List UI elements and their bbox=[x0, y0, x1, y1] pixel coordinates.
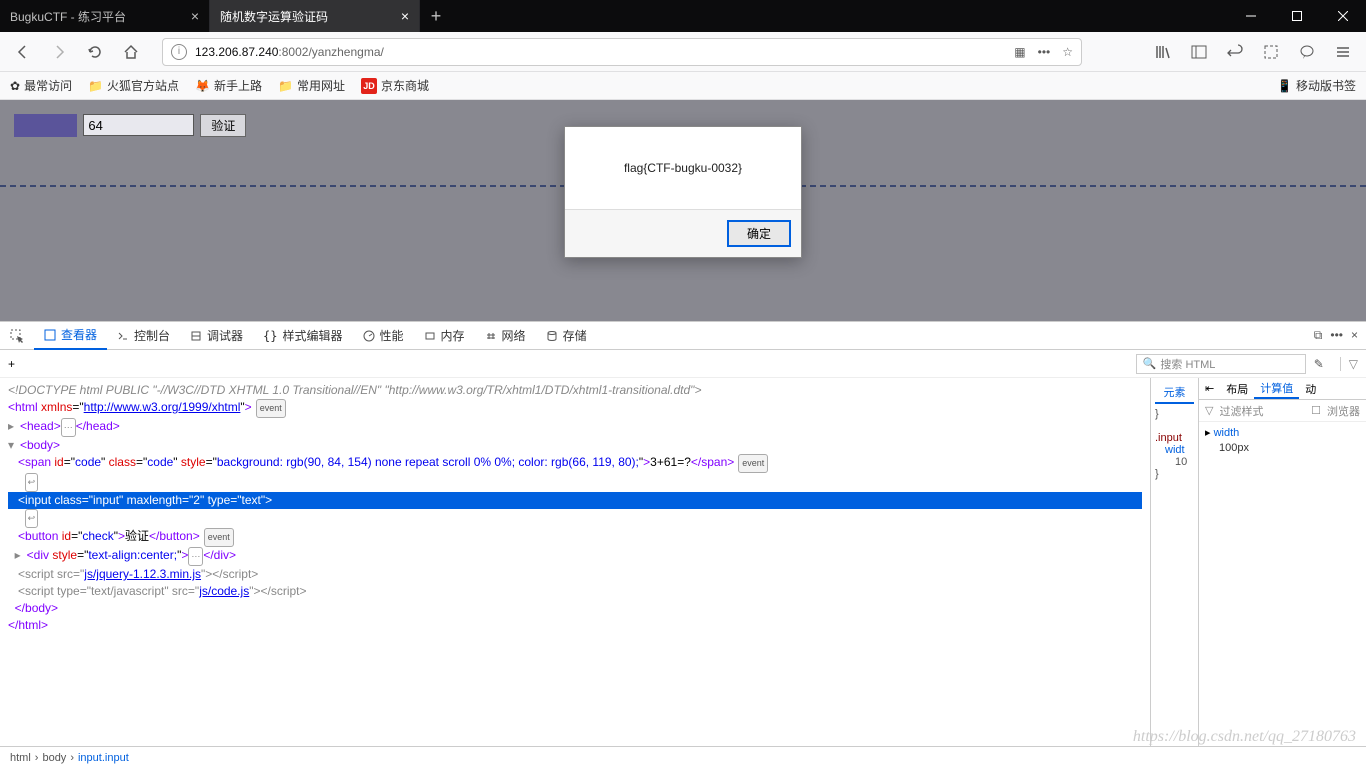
alert-message: flag{CTF-bugku-0032} bbox=[565, 127, 801, 209]
screenshot-icon[interactable] bbox=[1256, 37, 1286, 67]
devtools-tab-memory[interactable]: 内存 bbox=[414, 322, 475, 350]
devtools-close-icon[interactable]: × bbox=[1351, 328, 1358, 343]
page-actions-icon[interactable]: ••• bbox=[1038, 45, 1051, 59]
page-content: 验证 flag{CTF-bugku-0032} 确定 bbox=[0, 100, 1366, 321]
devtools-styles-sidebar[interactable]: ⇤ 布局 计算值 动 ▽ 过滤样式 ☐ 浏览器 ▸ width 100px bbox=[1198, 378, 1366, 746]
alert-dialog: flag{CTF-bugku-0032} 确定 bbox=[564, 126, 802, 258]
menu-icon[interactable] bbox=[1328, 37, 1358, 67]
browser-tab-active[interactable]: 随机数字运算验证码 × bbox=[210, 0, 420, 32]
devtools-tab-network[interactable]: 网络 bbox=[475, 322, 536, 350]
window-titlebar: BugkuCTF - 练习平台 × 随机数字运算验证码 × + bbox=[0, 0, 1366, 32]
devtools-tab-perf[interactable]: 性能 bbox=[353, 322, 414, 350]
back-button[interactable] bbox=[8, 37, 38, 67]
site-info-icon[interactable]: i bbox=[171, 44, 187, 60]
bookmark-firefox[interactable]: 📁火狐官方站点 bbox=[88, 77, 179, 94]
library-icon[interactable] bbox=[1148, 37, 1178, 67]
filter-icon: ▽ bbox=[1205, 404, 1213, 417]
gear-icon: ✿ bbox=[10, 79, 20, 93]
minimize-button[interactable] bbox=[1228, 0, 1274, 32]
devtools-tab-storage[interactable]: 存储 bbox=[536, 322, 597, 350]
bookmark-jd[interactable]: JD京东商城 bbox=[361, 77, 429, 94]
folder-icon: 📁 bbox=[88, 79, 103, 93]
devtools-rules-sidebar[interactable]: 元素 } .input widt 10 } bbox=[1150, 378, 1198, 746]
sidebar-icon[interactable] bbox=[1184, 37, 1214, 67]
devtools-picker-icon[interactable] bbox=[0, 322, 34, 350]
sidebar-tab-changes[interactable]: 动 bbox=[1299, 378, 1322, 399]
close-window-button[interactable] bbox=[1320, 0, 1366, 32]
bookmark-mobile[interactable]: 📱移动版书签 bbox=[1277, 77, 1356, 94]
tab-title: BugkuCTF - 练习平台 bbox=[10, 8, 183, 25]
new-tab-button[interactable]: + bbox=[420, 0, 452, 32]
chat-icon[interactable] bbox=[1292, 37, 1322, 67]
edit-html-icon[interactable]: ✎ bbox=[1314, 357, 1324, 371]
sidebar-tab-layout[interactable]: 布局 bbox=[1220, 378, 1254, 399]
url-bar[interactable]: i 123.206.87.240:8002/yanzhengma/ ▦ ••• … bbox=[162, 38, 1082, 66]
add-node-button[interactable]: + bbox=[8, 357, 15, 371]
devtools-dock-icon[interactable]: ⧉ bbox=[1314, 328, 1323, 343]
firefox-icon: 🦊 bbox=[195, 79, 210, 93]
sidebar-toggle-icon[interactable]: ⇤ bbox=[1199, 378, 1220, 399]
devtools-breadcrumbs[interactable]: html › body › input.input bbox=[0, 746, 1366, 768]
jd-icon: JD bbox=[361, 78, 377, 94]
devtools-tabs: 查看器 控制台 调试器 {}样式编辑器 性能 内存 网络 存储 ⧉ ••• × bbox=[0, 322, 1366, 350]
devtools-html-tree[interactable]: <!DOCTYPE html PUBLIC "-//W3C//DTD XHTML… bbox=[0, 378, 1150, 746]
forward-button[interactable] bbox=[44, 37, 74, 67]
browser-navbar: i 123.206.87.240:8002/yanzhengma/ ▦ ••• … bbox=[0, 32, 1366, 72]
url-text: 123.206.87.240:8002/yanzhengma/ bbox=[195, 45, 1006, 59]
devtools-panel: 查看器 控制台 调试器 {}样式编辑器 性能 内存 网络 存储 ⧉ ••• × … bbox=[0, 321, 1366, 768]
qr-icon[interactable]: ▦ bbox=[1014, 45, 1025, 59]
tab-title: 随机数字运算验证码 bbox=[220, 8, 393, 25]
alert-ok-button[interactable]: 确定 bbox=[727, 220, 791, 247]
devtools-tab-debugger[interactable]: 调试器 bbox=[180, 322, 253, 350]
bookmark-common[interactable]: 📁常用网址 bbox=[278, 77, 345, 94]
filter-icon[interactable]: ▽ bbox=[1340, 357, 1358, 371]
bookmarks-bar: ✿最常访问 📁火狐官方站点 🦊新手上路 📁常用网址 JD京东商城 📱移动版书签 bbox=[0, 72, 1366, 100]
close-tab-icon[interactable]: × bbox=[401, 8, 409, 24]
browser-tab-inactive[interactable]: BugkuCTF - 练习平台 × bbox=[0, 0, 210, 32]
bookmark-frequent[interactable]: ✿最常访问 bbox=[10, 77, 72, 94]
bookmark-star-icon[interactable]: ☆ bbox=[1062, 45, 1073, 59]
maximize-button[interactable] bbox=[1274, 0, 1320, 32]
devtools-search-input[interactable]: 🔍搜索 HTML bbox=[1136, 354, 1306, 374]
devtools-tab-console[interactable]: 控制台 bbox=[107, 322, 180, 350]
undo-icon[interactable] bbox=[1220, 37, 1250, 67]
devtools-more-icon[interactable]: ••• bbox=[1330, 328, 1343, 343]
verify-button[interactable]: 验证 bbox=[200, 114, 246, 137]
bookmark-newbie[interactable]: 🦊新手上路 bbox=[195, 77, 262, 94]
captcha-input[interactable] bbox=[83, 114, 194, 136]
home-button[interactable] bbox=[116, 37, 146, 67]
code-span bbox=[14, 114, 77, 137]
devtools-tab-style[interactable]: {}样式编辑器 bbox=[253, 322, 352, 350]
close-tab-icon[interactable]: × bbox=[191, 8, 199, 24]
search-icon: 🔍 bbox=[1143, 357, 1157, 370]
sidebar-tab-computed[interactable]: 计算值 bbox=[1254, 378, 1299, 399]
devtools-toolbar: + 🔍搜索 HTML ✎ ▽ bbox=[0, 350, 1366, 378]
mobile-icon: 📱 bbox=[1277, 79, 1292, 93]
devtools-tab-inspector[interactable]: 查看器 bbox=[34, 322, 107, 350]
reload-button[interactable] bbox=[80, 37, 110, 67]
folder-icon: 📁 bbox=[278, 79, 293, 93]
